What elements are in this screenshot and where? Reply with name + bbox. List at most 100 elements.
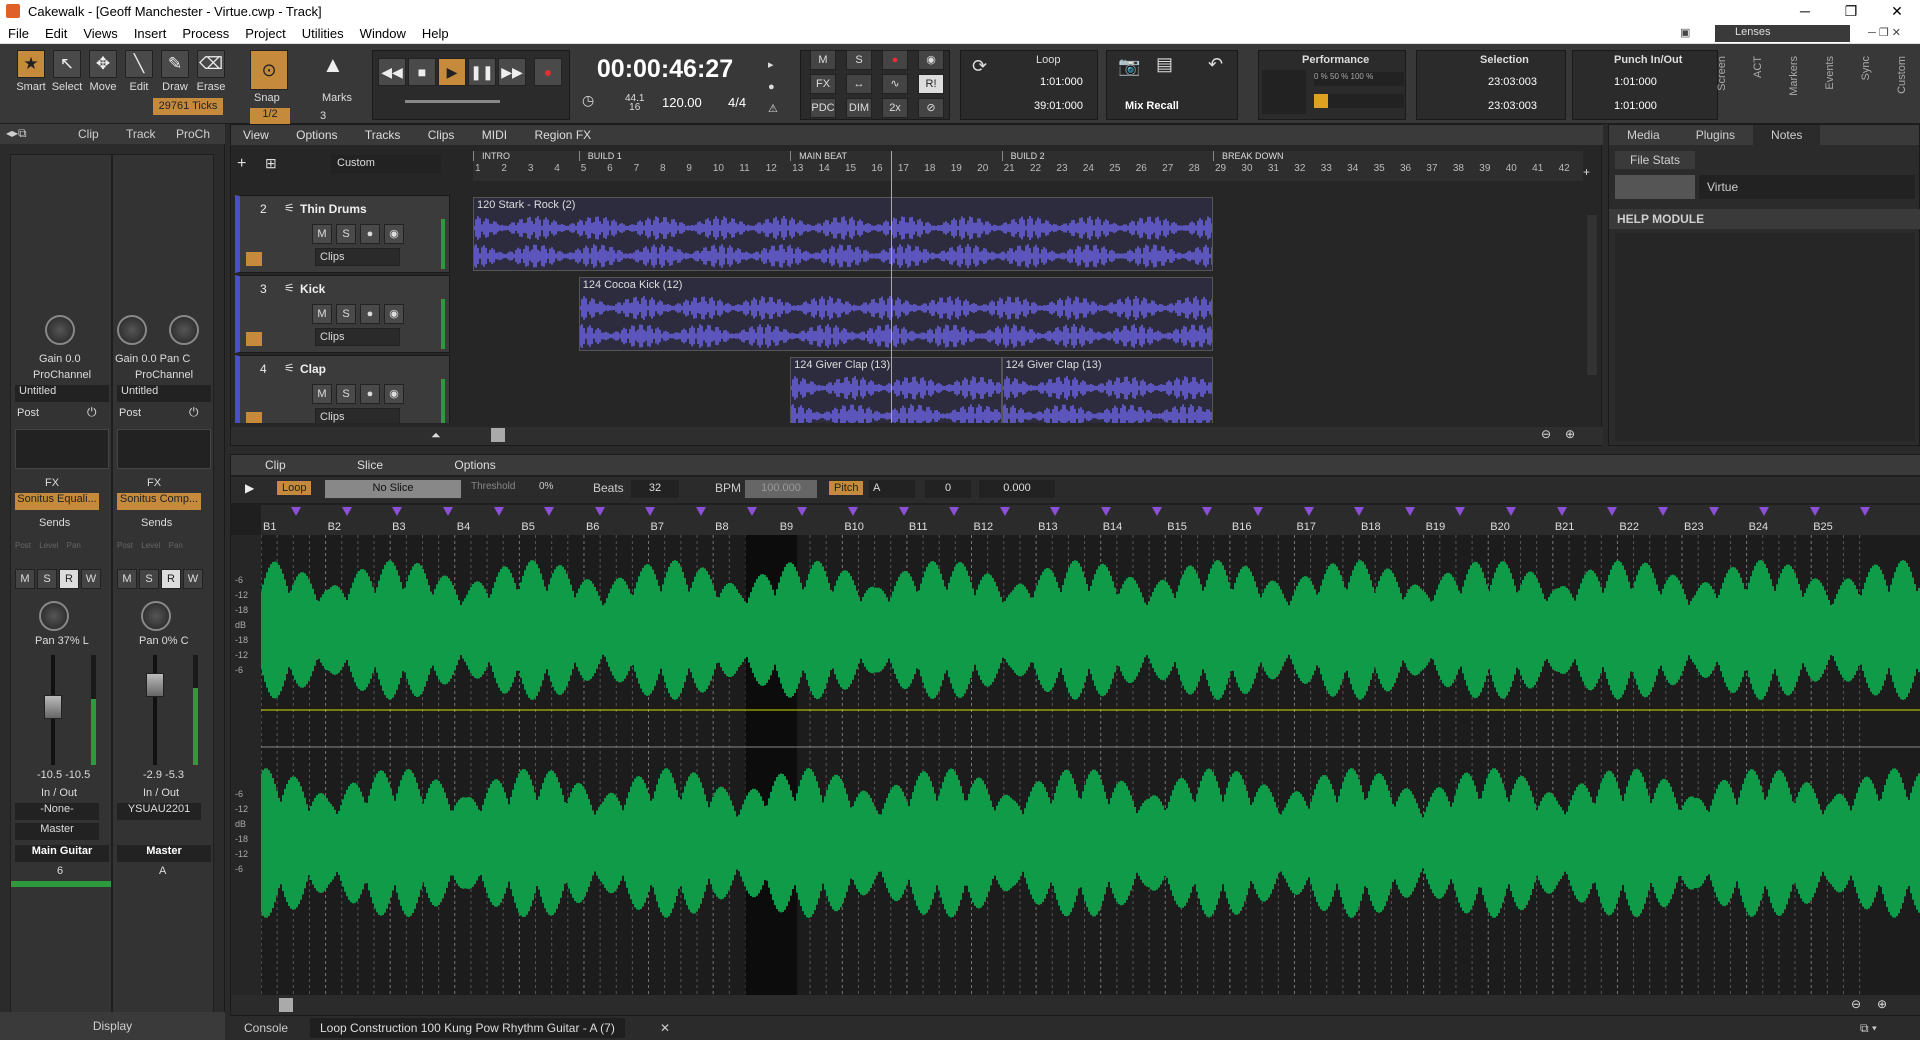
post-toggle[interactable]: Post <box>17 407 39 419</box>
section-marker[interactable]: MAIN BEAT <box>790 151 847 161</box>
pitch-semitone-field[interactable]: 0 <box>925 480 971 498</box>
solo-button[interactable]: S <box>336 304 356 324</box>
slice-marker[interactable] <box>847 507 858 516</box>
slice-marker[interactable] <box>999 507 1010 516</box>
track-header[interactable]: 2 ⚟ Thin Drums M S ● ◉ Clips <box>235 195 450 273</box>
tool-smart[interactable]: ★ Smart <box>12 50 50 93</box>
stop-button[interactable]: ■ <box>408 58 436 86</box>
custom-tab[interactable]: Custom <box>1896 56 1908 94</box>
metronome-icon[interactable]: ◷ <box>582 92 594 109</box>
minimize-button[interactable]: ─ <box>1782 0 1828 24</box>
slice-marker[interactable] <box>746 507 757 516</box>
track-filter-dropdown[interactable]: Custom <box>331 155 441 173</box>
slice-marker[interactable] <box>544 507 555 516</box>
slice-marker[interactable] <box>645 507 656 516</box>
lenses-dropdown[interactable]: Lenses <box>1715 25 1850 42</box>
loop-scroll-thumb[interactable] <box>279 998 293 1012</box>
marks-icon[interactable]: ▲ <box>322 52 344 78</box>
arm-button[interactable]: ● <box>360 224 380 244</box>
solo-button[interactable]: S <box>336 224 356 244</box>
power-icon[interactable]: ⏻ <box>189 405 199 420</box>
arm-button[interactable]: ● <box>360 384 380 404</box>
slice-marker[interactable] <box>696 507 706 516</box>
menu-process[interactable]: Process <box>174 24 237 43</box>
close-tab-icon[interactable]: ✕ <box>650 1018 680 1038</box>
vertical-scrollbar[interactable] <box>1587 215 1597 375</box>
pitch-toggle[interactable]: Pitch <box>829 481 864 495</box>
solo-button[interactable]: S <box>336 384 356 404</box>
loop-toggle-icon[interactable]: ⟳ <box>972 56 987 77</box>
transport-side-icons[interactable]: ▸ ● ⚠ <box>768 54 778 120</box>
volume-fader[interactable] <box>44 695 62 719</box>
tab-plugins[interactable]: Plugins <box>1678 125 1753 145</box>
camera-icon[interactable]: 📷 <box>1118 56 1140 77</box>
record-button[interactable]: ● <box>534 58 562 86</box>
tab-prochannel[interactable]: ProCh <box>176 127 210 141</box>
position-slider[interactable] <box>405 100 500 103</box>
project-name[interactable]: Virtue <box>1699 175 1915 199</box>
mute-button[interactable]: M <box>117 569 137 589</box>
markers-tab[interactable]: Markers <box>1788 56 1800 96</box>
audio-clip[interactable]: 124 Cocoa Kick (12) <box>578 277 1213 351</box>
dim-button[interactable]: DIM <box>846 98 872 118</box>
slice-marker[interactable] <box>1101 507 1111 516</box>
power-icon[interactable]: ⏻ <box>87 405 97 420</box>
slice-marker[interactable] <box>594 507 605 516</box>
menu-clip[interactable]: Clip <box>231 455 320 475</box>
read-enable-button[interactable]: R! <box>918 74 944 94</box>
ticks-readout[interactable]: 29761 Ticks <box>153 98 223 115</box>
events-tab[interactable]: Events <box>1824 56 1836 90</box>
menu-loop-options[interactable]: Options <box>420 455 529 475</box>
pan-knob[interactable] <box>141 601 171 631</box>
double-button[interactable]: 2x <box>882 98 908 118</box>
menu-clips[interactable]: Clips <box>416 125 467 145</box>
slice-marker[interactable] <box>1809 507 1820 516</box>
slice-marker[interactable] <box>392 507 403 516</box>
track-name[interactable]: Clap <box>300 362 326 376</box>
loop-end[interactable]: 39:01:000 <box>1034 100 1083 112</box>
audio-clip[interactable]: 124 Giver Clap (13) <box>1001 357 1213 423</box>
slice-marker[interactable] <box>1455 507 1466 516</box>
menu-views[interactable]: Views <box>75 24 125 43</box>
add-ruler-icon[interactable]: + <box>1583 165 1590 179</box>
gain-knob[interactable] <box>117 315 147 345</box>
rewind-button[interactable]: ◀◀ <box>378 58 406 86</box>
bypass-icon[interactable]: ⊘ <box>918 98 944 118</box>
mix-recall-dropdown[interactable]: Mix Recall <box>1125 100 1179 112</box>
menu-utilities[interactable]: Utilities <box>294 24 352 43</box>
tab-notes[interactable]: Notes <box>1753 125 1821 145</box>
loop-zoom-out-icon[interactable]: ⊖ <box>1851 997 1861 1011</box>
input-echo-button[interactable]: ◉ <box>384 224 404 244</box>
post-toggle[interactable]: Post <box>119 407 141 419</box>
eq-display[interactable] <box>117 429 211 469</box>
threshold-value[interactable]: 0% <box>539 481 553 492</box>
act-tab[interactable]: ACT <box>1752 56 1764 78</box>
slice-marker[interactable] <box>1708 507 1719 516</box>
menu-region-fx[interactable]: Region FX <box>522 125 603 145</box>
audio-clip[interactable]: 124 Giver Clap (13) <box>790 357 1002 423</box>
preset-field[interactable]: Untitled <box>15 385 109 402</box>
section-marker[interactable]: BUILD 2 <box>1001 151 1045 161</box>
slice-marker[interactable] <box>1556 507 1567 516</box>
input-dropdown[interactable]: -None- <box>15 803 99 820</box>
slice-dropdown[interactable]: No Slice <box>325 480 461 498</box>
tempo-value[interactable]: 120.00 <box>662 95 702 110</box>
slice-marker[interactable] <box>341 507 352 516</box>
slice-marker[interactable] <box>1607 507 1618 516</box>
beat-ruler[interactable]: B1 B2 B3 B4 B5 B6 B7 B8 B9 B10 B11 B12 B13 B14 B15 B16 B… <box>261 505 1920 535</box>
key-dropdown[interactable]: A <box>869 480 915 498</box>
display-button[interactable]: Display <box>0 1012 225 1040</box>
slice-marker[interactable] <box>1202 507 1213 516</box>
time-display[interactable]: 00:00:46:27 <box>585 52 745 86</box>
clips-dropdown[interactable]: Clips <box>315 408 400 423</box>
clips-dropdown[interactable]: Clips <box>315 328 400 346</box>
tool-edit[interactable]: ╲ Edit <box>120 50 158 93</box>
track-header[interactable]: 3 ⚟ Kick M S ● ◉ Clips <box>235 275 450 353</box>
undo-icon[interactable]: ↶ <box>1208 54 1223 75</box>
fx-plugin-item[interactable]: Sonitus Comp... <box>117 493 201 510</box>
slice-marker[interactable] <box>1404 507 1415 516</box>
preset-field[interactable]: Untitled <box>117 385 211 402</box>
loop-toggle[interactable]: Loop <box>277 481 312 495</box>
meter-value[interactable]: 4/4 <box>728 95 746 110</box>
slice-marker[interactable] <box>1303 507 1314 516</box>
